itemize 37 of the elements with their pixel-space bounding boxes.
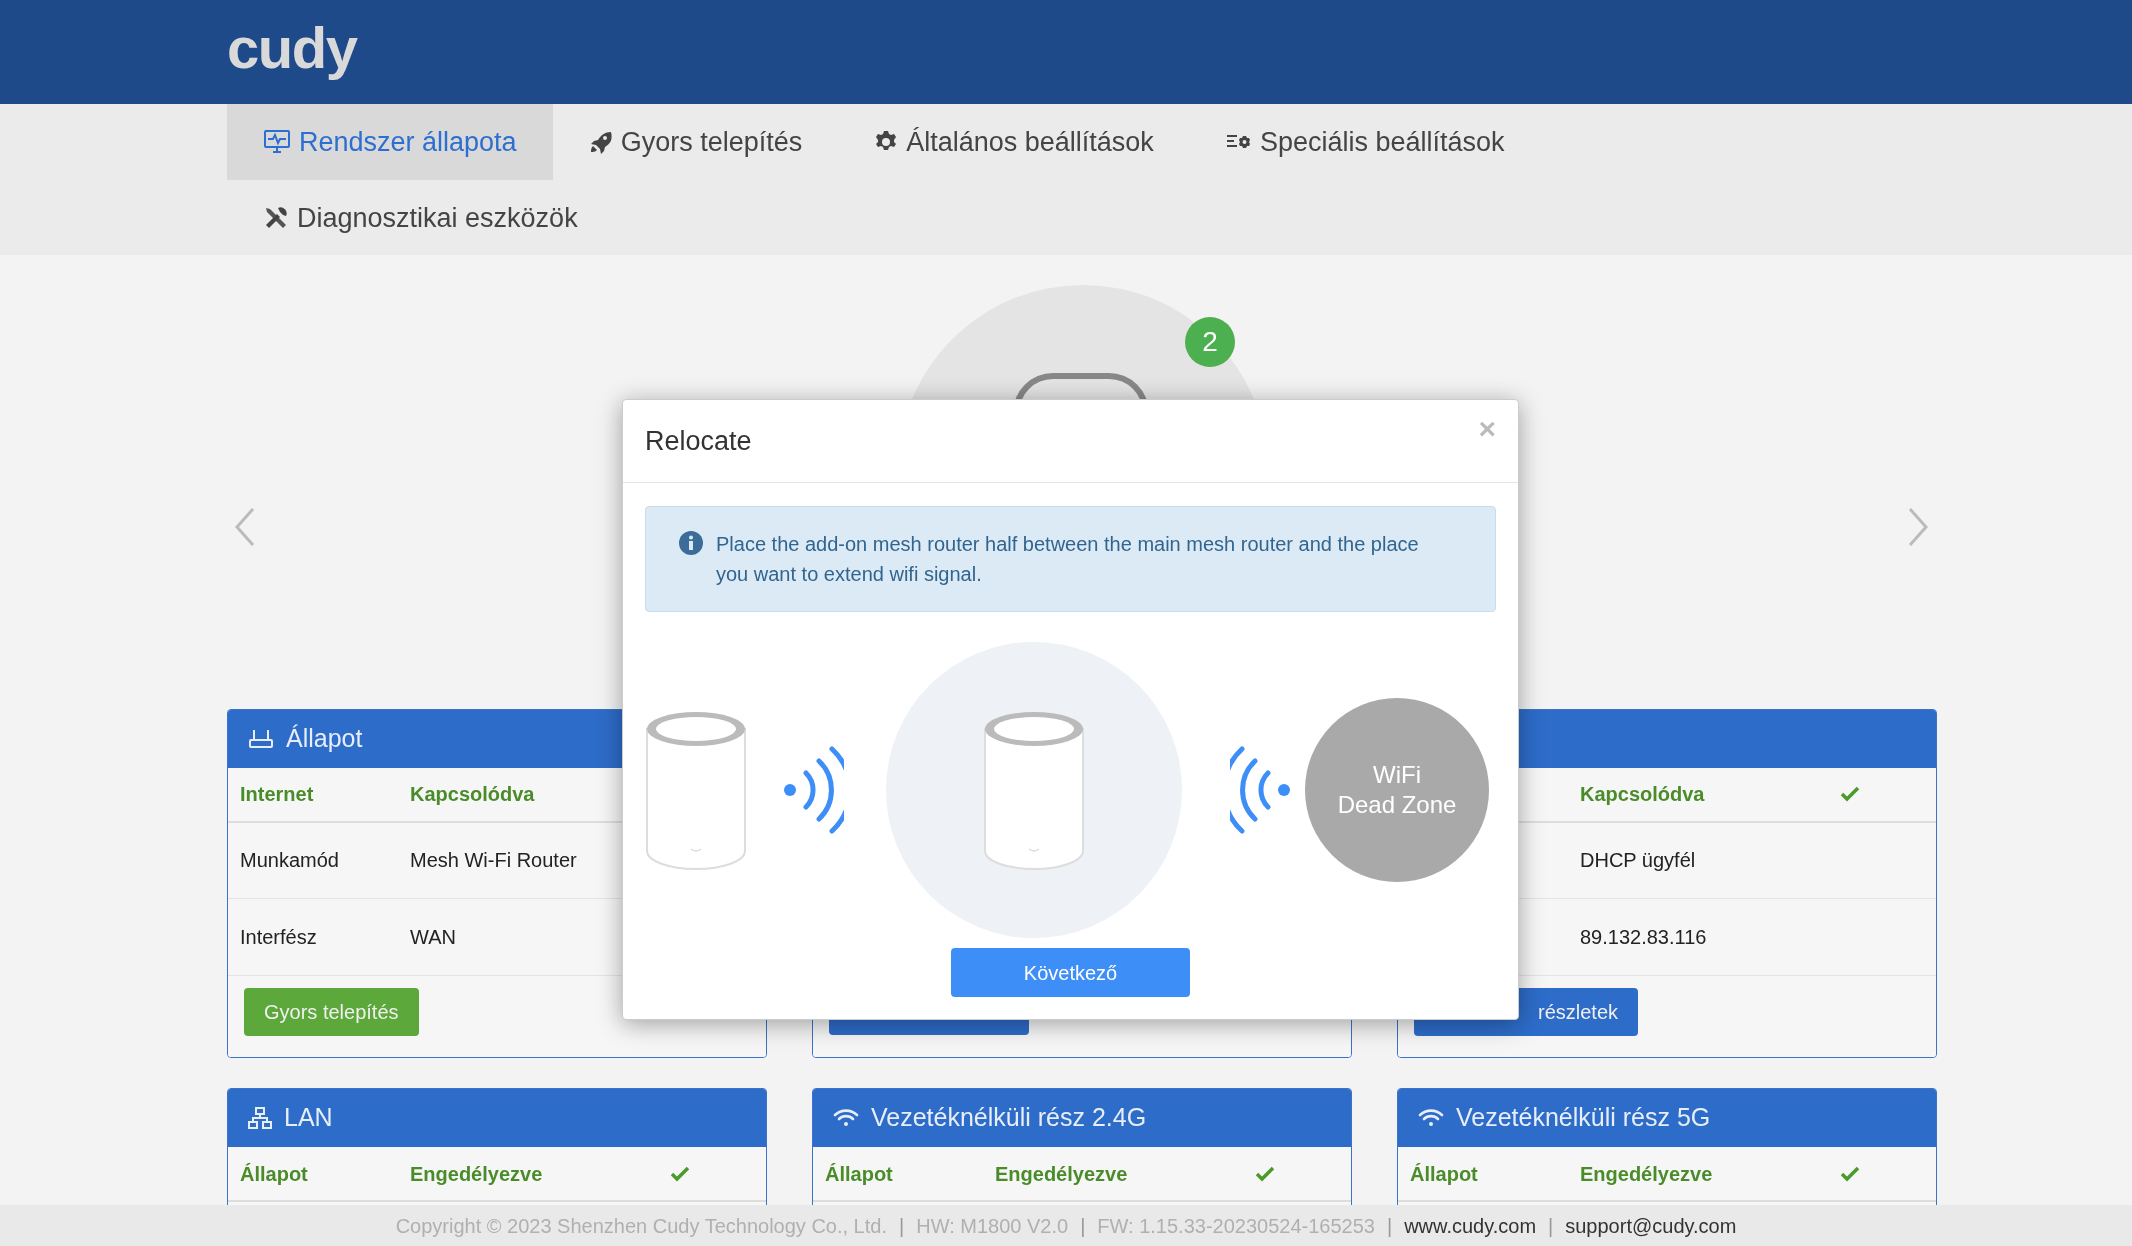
count-badge: 2 [1185,317,1235,367]
panel-title: LAN [284,1102,333,1134]
row-label: Interfész [240,925,317,948]
footer-link[interactable]: www.cudy.com [1404,1210,1537,1241]
nav-tab[interactable]: Diagnosztikai eszközök [227,180,614,256]
row-value: Kapcsolódva [1580,783,1705,806]
dialog-title: Relocate [645,424,752,458]
row-value: 89.132.83.116 [1580,925,1707,948]
row-value: Mesh Wi-Fi Router [410,849,577,872]
row-label: Munkamód [240,849,339,872]
footer-text: FW: 1.15.33-20230524-165253 [1097,1213,1375,1239]
row-label: Állapot [1410,1162,1478,1185]
separator: | [899,1213,905,1239]
panel-title: Állapot [286,723,363,755]
panel-title: Vezetéknélküli rész 5G [1456,1102,1711,1134]
row-value: Engedélyezve [995,1162,1128,1185]
logo: cudy [227,19,357,82]
row-label: Internet [240,783,314,806]
row-value: WAN [410,925,456,948]
panel-title: Vezetéknélküli rész 2.4G [871,1102,1147,1134]
footer-link[interactable]: support@cudy.com [1565,1210,1737,1241]
row-value: DHCP ügyfél [1580,849,1696,872]
nav-tab[interactable]: Gyors telepítés [552,104,839,180]
footer-text: HW: M1800 V2.0 [916,1213,1069,1239]
row-value: Engedélyezve [410,1162,543,1185]
dead-zone-label: WiFi Dead Zone [1336,760,1458,820]
separator: | [1548,1213,1554,1239]
nav-tab[interactable]: Általános beállítások [838,104,1190,180]
nav-tab[interactable]: Speciális beállítások [1189,104,1541,180]
row-value: Kapcsolódva [410,783,535,806]
row-label: Állapot [240,1162,308,1185]
row-value: Engedélyezve [1580,1162,1713,1185]
footer-text: Copyright © 2023 Shenzhen Cudy Technology Co., Ltd. [395,1213,887,1239]
alert-text: Place the add-on mesh router half between the main mesh router and the place you want to extend wifi signal. [716,532,1420,587]
row-label: Állapot [825,1162,893,1185]
separator: | [1386,1213,1393,1239]
separator: | [1080,1213,1086,1239]
